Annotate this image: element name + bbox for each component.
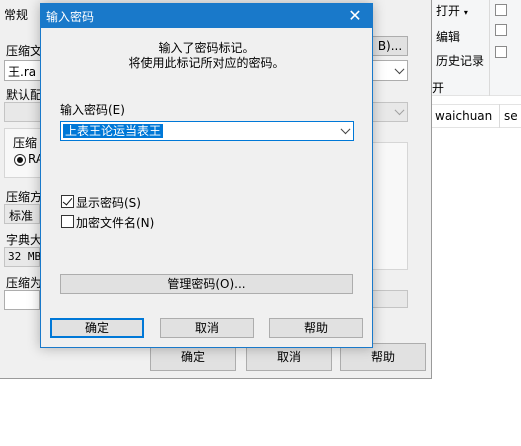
close-icon[interactable]: ✕: [338, 4, 372, 28]
dialog-title-bar[interactable]: 输入密码 ✕: [41, 4, 372, 28]
message-line-2: 将使用此标记所对应的密码。: [128, 56, 285, 70]
password-label: 输入密码(E): [60, 103, 125, 117]
show-password-label[interactable]: 显示密码(S): [76, 194, 141, 211]
path-segment-next[interactable]: se: [504, 109, 518, 123]
chevron-down-icon: [394, 105, 405, 116]
options-panel: [372, 142, 408, 270]
address-divider: [499, 104, 500, 128]
method-value: 标准: [9, 209, 34, 223]
dict-combo[interactable]: 32 MB: [4, 247, 42, 267]
help-button[interactable]: 帮助: [269, 318, 363, 338]
show-password-checkbox[interactable]: [61, 195, 74, 208]
chevron-down-icon[interactable]: [340, 124, 351, 135]
path-segment[interactable]: waichuan: [435, 109, 492, 123]
password-combo[interactable]: 上表王论运当表王: [60, 121, 354, 141]
file-icon[interactable]: [495, 46, 507, 58]
ribbon-group-label: 开: [432, 81, 445, 95]
format-group-label: 压缩: [13, 136, 38, 150]
password-value: 上表王论运当表王: [63, 124, 164, 138]
file-icon[interactable]: [495, 24, 507, 36]
tab-general[interactable]: 常规: [4, 6, 28, 23]
file-explorer-window: 打开 ▾ 编辑 历史记录 开 waichuan se: [432, 0, 521, 446]
dialog-title: 输入密码: [46, 10, 95, 24]
method-label: 压缩方: [6, 190, 43, 204]
browse-button[interactable]: B)...: [372, 36, 408, 56]
open-menu[interactable]: 打开 ▾: [436, 2, 468, 19]
open-menu-label: 打开: [436, 4, 461, 18]
ribbon-divider: [489, 0, 490, 96]
caret-down-icon: ▾: [463, 8, 468, 17]
method-combo[interactable]: 标准: [4, 204, 40, 224]
archive-name-label: 压缩文: [6, 44, 43, 58]
edit-button[interactable]: 编辑: [436, 28, 460, 45]
encrypt-names-checkbox[interactable]: [61, 215, 74, 228]
dict-value: 32 MB: [8, 250, 42, 263]
cancel-button[interactable]: 取消: [160, 318, 254, 338]
chevron-down-icon: [394, 63, 405, 74]
encrypt-names-label[interactable]: 加密文件名(N): [76, 214, 154, 231]
volume-combo[interactable]: [4, 290, 40, 310]
dict-label: 字典大: [6, 233, 43, 247]
ok-button[interactable]: 确定: [50, 318, 144, 338]
archive-name-value: 王.ra: [8, 65, 37, 79]
manage-passwords-button[interactable]: 管理密码(O)...: [60, 274, 353, 294]
file-icon[interactable]: [495, 4, 507, 16]
enter-password-dialog: 输入密码 ✕ 输入了密码标记。 将使用此标记所对应的密码。 输入密码(E) 上表…: [40, 3, 373, 348]
volume-label: 压缩为: [6, 276, 43, 290]
history-button[interactable]: 历史记录: [436, 52, 484, 69]
default-profile-label: 默认配: [6, 88, 43, 102]
update-combo[interactable]: [372, 290, 408, 308]
format-radio[interactable]: [14, 154, 26, 166]
